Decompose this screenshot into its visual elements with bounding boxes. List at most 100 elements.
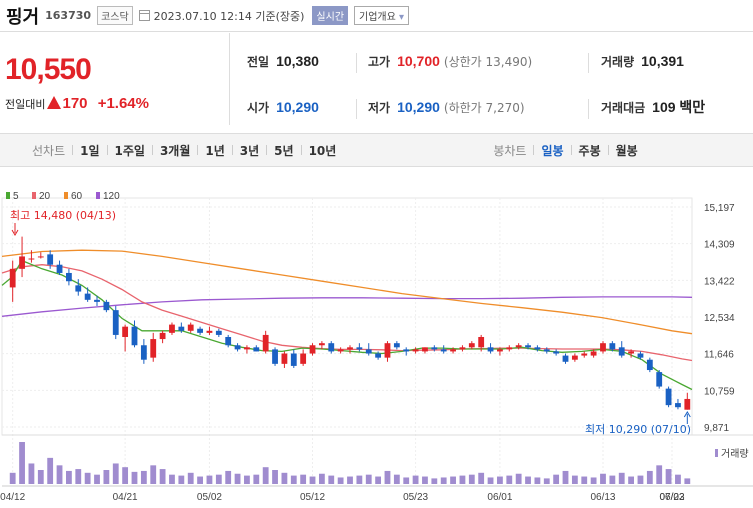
candle-body: [515, 345, 522, 348]
candle-body: [609, 343, 616, 350]
candle-body: [37, 256, 44, 258]
candle-body: [309, 345, 316, 354]
volume-bar: [646, 470, 653, 484]
volume-bar: [628, 476, 635, 484]
volume-bar: [28, 463, 35, 484]
volume-bar: [600, 473, 606, 484]
tab-monthly[interactable]: 월봉: [609, 142, 645, 159]
volume-bar: [543, 478, 550, 484]
stat-label: 거래량: [601, 54, 635, 69]
volume-bar: [37, 470, 44, 484]
candle-body: [28, 258, 35, 260]
volume-bar: [497, 476, 503, 484]
upper-limit: (상한가 13,490): [443, 54, 533, 69]
legend-swatch: [64, 192, 68, 199]
volume-label: 거래량: [721, 448, 749, 460]
tab-10year[interactable]: 10년: [302, 142, 344, 159]
tab-1year[interactable]: 1년: [198, 142, 231, 159]
candle-body: [665, 388, 672, 406]
tab-5year[interactable]: 5년: [267, 142, 300, 159]
candle-body: [384, 343, 391, 358]
volume-bar: [234, 473, 241, 484]
candle-body: [300, 353, 307, 364]
ma-line-60: [1, 249, 693, 335]
candle-body: [450, 349, 456, 352]
tab-weekly[interactable]: 주봉: [572, 142, 608, 159]
ma-line-20: [1, 264, 693, 362]
volume-bar: [159, 469, 166, 484]
candle-body: [234, 345, 241, 350]
volume-bar: [487, 477, 494, 484]
volume-bar: [225, 470, 232, 484]
volume-bar: [347, 476, 353, 484]
volume-bar: [56, 465, 63, 484]
candle-body: [187, 324, 194, 331]
volume-bar: [431, 478, 438, 484]
tab-3month[interactable]: 3개월: [153, 142, 197, 159]
candle-body: [412, 349, 419, 352]
tab-1week[interactable]: 1주일: [108, 142, 152, 159]
stock-code: 163730: [45, 9, 92, 22]
volume-bar: [459, 475, 466, 484]
change-label: 전일대비: [5, 98, 46, 111]
stat-label: 전일: [247, 54, 270, 69]
stat-label: 고가: [368, 54, 391, 69]
volume-bar: [47, 457, 54, 484]
volume-bar: [328, 475, 335, 484]
volume-bar: [9, 472, 16, 484]
candle-body: [581, 353, 588, 356]
volume-bar: [571, 475, 578, 484]
y-tick-label: 14,309: [704, 240, 735, 251]
legend-swatch: [96, 192, 100, 199]
company-info-dropdown[interactable]: 기업개요: [354, 6, 410, 25]
realtime-button[interactable]: 실시간: [312, 6, 349, 25]
candle-body: [47, 254, 54, 265]
y-tick-label: 15,197: [704, 203, 735, 214]
y-tick-label: 11,646: [704, 350, 734, 361]
tab-candle-chart[interactable]: 봉차트: [486, 142, 533, 159]
volume-bar: [675, 474, 681, 484]
volume-bar: [384, 470, 391, 484]
volume-bar: [534, 477, 541, 484]
candle-body: [178, 326, 185, 331]
volume-bar: [281, 472, 288, 484]
volume-bar: [187, 472, 194, 484]
candle-body: [281, 353, 288, 364]
x-tick-label: 06/01: [487, 492, 512, 503]
candle-body: [459, 347, 466, 350]
x-tick-label: 05/12: [300, 492, 325, 503]
change-amount: 170: [62, 95, 88, 112]
candle-body: [497, 349, 503, 352]
legend-swatch: [32, 192, 36, 199]
candle-body: [112, 310, 119, 335]
stock-chart[interactable]: 15,197 14,309 13,422 12,534 11,646 10,759 9,87…: [0, 168, 753, 508]
volume-bar: [618, 472, 625, 484]
volume-bar: [422, 476, 428, 484]
tab-1day[interactable]: 1일: [73, 142, 106, 159]
stat-value: 109 백만: [652, 99, 706, 115]
candle-body: [159, 332, 166, 340]
volume-bar: [375, 476, 382, 484]
volume-bar: [244, 475, 250, 484]
candle-body: [571, 355, 578, 360]
calendar-icon: [138, 10, 150, 21]
candle-body: [56, 264, 63, 273]
volume-bar: [684, 478, 691, 484]
stat-label: 저가: [368, 100, 391, 115]
candle-body: [75, 285, 82, 292]
tab-3year[interactable]: 3년: [233, 142, 266, 159]
tab-daily[interactable]: 일봉: [534, 142, 570, 159]
volume-bar: [103, 470, 110, 484]
volume-bar: [197, 476, 203, 484]
candle-body: [103, 301, 110, 311]
volume-bar: [150, 465, 157, 484]
candle-body: [328, 343, 335, 352]
candle-body: [215, 330, 222, 335]
volume-bar: [656, 465, 663, 484]
x-tick-label: 05/02: [197, 492, 222, 503]
tab-line-chart[interactable]: 선차트: [25, 142, 72, 159]
volume-bar: [112, 463, 119, 484]
price-summary: 10,550 전일대비 170 +1.64%: [0, 33, 230, 125]
candle-body: [318, 343, 325, 346]
candle-body: [646, 359, 653, 371]
